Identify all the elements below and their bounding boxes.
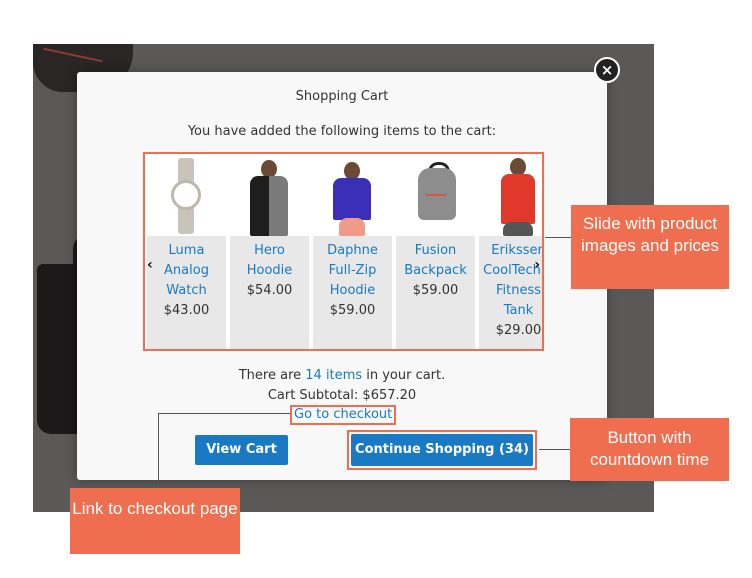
product-name-line[interactable]: Full-Zip bbox=[313, 261, 392, 281]
callout-slide: Slide with product images and prices bbox=[571, 205, 729, 289]
product-image[interactable] bbox=[230, 156, 309, 236]
product-image[interactable] bbox=[147, 156, 226, 236]
product-card[interactable]: Hero Hoodie $54.00 bbox=[230, 156, 309, 349]
product-info: Fusion Backpack $59.00 bbox=[396, 236, 475, 349]
cart-items-count: There are 14 items in your cart. bbox=[238, 368, 446, 383]
callout-checkout-link: Link to checkout page bbox=[70, 488, 240, 554]
watch-face bbox=[171, 180, 201, 210]
continue-shopping-button[interactable]: Continue Shopping (34) bbox=[351, 434, 533, 466]
product-name-line[interactable]: Tank bbox=[479, 301, 542, 321]
popup-subtitle: You have added the following items to th… bbox=[187, 124, 497, 139]
backpack-lace bbox=[426, 194, 446, 196]
slider-next-icon[interactable]: › bbox=[534, 257, 540, 273]
callout-connector-line bbox=[158, 413, 159, 488]
model-body bbox=[501, 174, 535, 224]
go-to-checkout-link[interactable]: Go to checkout bbox=[294, 407, 392, 422]
product-price: $59.00 bbox=[412, 283, 459, 298]
product-info: Daphne Full-Zip Hoodie $59.00 bbox=[313, 236, 392, 349]
cart-subtotal: Cart Subtotal: $657.20 bbox=[267, 388, 417, 403]
product-price: $29.00 bbox=[495, 323, 542, 338]
callout-connector-line bbox=[545, 237, 571, 238]
product-name-line[interactable]: Backpack bbox=[396, 261, 475, 281]
product-name-line[interactable]: Daphne bbox=[313, 241, 392, 261]
product-image[interactable] bbox=[396, 156, 475, 236]
product-card[interactable]: ErikssenCoolTech™FitnessTank$29.00 bbox=[479, 156, 542, 349]
product-slider[interactable]: Luma Analog Watch $43.00 Hero Hoodie $54.00 Dap… bbox=[143, 152, 544, 351]
product-name-line[interactable]: Hoodie bbox=[313, 281, 392, 301]
model-legs bbox=[339, 218, 365, 236]
view-cart-button[interactable]: View Cart bbox=[195, 435, 288, 465]
product-image[interactable] bbox=[479, 156, 542, 236]
cart-summary: There are 14 items in your cart. Cart Su… bbox=[77, 366, 607, 406]
product-name-line[interactable]: Luma bbox=[147, 241, 226, 261]
callout-countdown-button: Button with countdown time bbox=[570, 418, 729, 481]
product-card[interactable]: Daphne Full-Zip Hoodie $59.00 bbox=[313, 156, 392, 349]
callout-connector-line bbox=[539, 449, 570, 450]
product-name-line[interactable]: Hero bbox=[230, 241, 309, 261]
product-name-line[interactable]: Watch bbox=[147, 281, 226, 301]
close-icon[interactable]: × bbox=[594, 57, 620, 83]
slider-track: Luma Analog Watch $43.00 Hero Hoodie $54.00 Dap… bbox=[147, 156, 542, 349]
product-price: $59.00 bbox=[329, 303, 376, 318]
product-price: $54.00 bbox=[246, 283, 293, 298]
slider-prev-icon[interactable]: ‹ bbox=[147, 257, 153, 273]
product-info: Hero Hoodie $54.00 bbox=[230, 236, 309, 349]
popup-title: Shopping Cart bbox=[295, 89, 389, 104]
product-info: Luma Analog Watch $43.00 bbox=[147, 236, 226, 349]
shopping-cart-popup: Shopping Cart You have added the followi… bbox=[77, 72, 607, 480]
checkout-link-highlight: Go to checkout bbox=[290, 405, 397, 425]
subtotal-value: $657.20 bbox=[362, 388, 417, 403]
product-name-line[interactable]: Fitness bbox=[479, 281, 542, 301]
callout-connector-line bbox=[158, 413, 290, 414]
product-name-line[interactable]: Analog bbox=[147, 261, 226, 281]
product-image[interactable] bbox=[313, 156, 392, 236]
model-body bbox=[333, 178, 371, 220]
product-info: ErikssenCoolTech™FitnessTank$29.00 bbox=[479, 236, 542, 349]
cart-items-link[interactable]: 14 items bbox=[305, 368, 362, 383]
model-body bbox=[250, 176, 288, 236]
product-card[interactable]: Luma Analog Watch $43.00 bbox=[147, 156, 226, 349]
product-card[interactable]: Fusion Backpack $59.00 bbox=[396, 156, 475, 349]
product-name-line[interactable]: Hoodie bbox=[230, 261, 309, 281]
product-name-line[interactable]: Fusion bbox=[396, 241, 475, 261]
model-legs bbox=[503, 222, 533, 236]
product-price: $43.00 bbox=[163, 303, 210, 318]
